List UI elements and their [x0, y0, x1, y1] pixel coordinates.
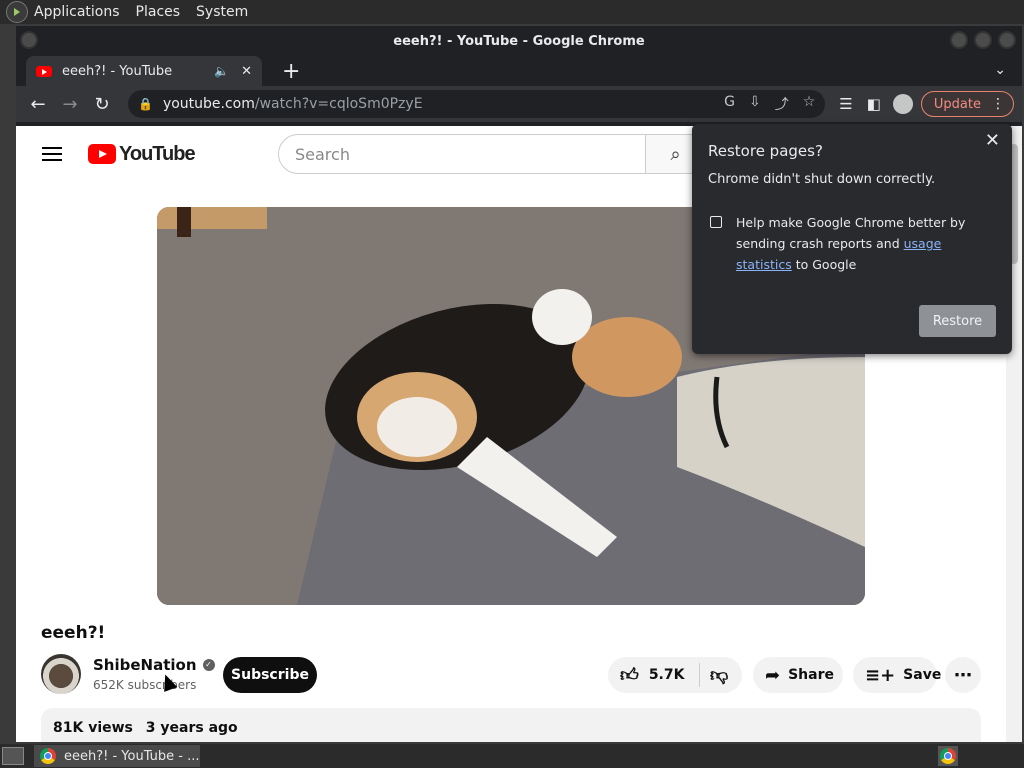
- share-label: Share: [788, 667, 834, 683]
- kebab-menu-icon[interactable]: ⋮: [991, 96, 1005, 112]
- thumbs-up-icon: 👍︎: [620, 665, 639, 686]
- taskbar-task-label: eeeh?! - YouTube - ...: [64, 748, 200, 764]
- save-label: Save: [903, 667, 942, 683]
- bookmark-star-icon[interactable]: ☆: [803, 94, 816, 114]
- browser-toolbar: ← → ↻ 🔒 youtube.com/watch?v=cqloSm0PzyE …: [16, 86, 1022, 122]
- update-button[interactable]: Update ⋮: [920, 91, 1014, 117]
- system-menu[interactable]: System: [196, 4, 248, 20]
- share-icon[interactable]: ⤴: [775, 94, 789, 114]
- chrome-tray-icon: [940, 748, 956, 764]
- search-icon: ⌕: [670, 143, 681, 165]
- more-actions-icon[interactable]: ⋯: [945, 657, 981, 693]
- close-window-button[interactable]: [998, 31, 1016, 49]
- tab-close-icon[interactable]: ✕: [241, 64, 252, 79]
- tray-chrome-icon[interactable]: [938, 746, 958, 766]
- back-arrow-icon[interactable]: ←: [24, 94, 52, 115]
- restore-pages-dialog: ✕ Restore pages? Chrome didn't shut down…: [692, 124, 1012, 354]
- places-menu[interactable]: Places: [136, 4, 181, 20]
- checkbox-label: Help make Google Chrome better by sendin…: [736, 212, 998, 275]
- checkbox-text-end: to Google: [791, 257, 857, 272]
- close-icon[interactable]: ✕: [985, 130, 1000, 151]
- tab-title: eeeh?! - YouTube: [62, 63, 173, 79]
- restore-button[interactable]: Restore: [919, 305, 996, 337]
- channel-name[interactable]: ShibeNation ✓: [93, 656, 215, 674]
- upload-age: 3 years ago: [145, 720, 238, 736]
- lock-icon[interactable]: 🔒: [138, 97, 153, 111]
- save-button[interactable]: ≡+ Save: [853, 657, 941, 693]
- dialog-title: Restore pages?: [708, 142, 823, 160]
- window-title: eeeh?! - YouTube - Google Chrome: [393, 33, 645, 49]
- youtube-logo[interactable]: YouTube: [88, 142, 196, 166]
- window-titlebar[interactable]: eeeh?! - YouTube - Google Chrome: [16, 26, 1022, 56]
- distro-logo-icon[interactable]: [6, 1, 28, 23]
- url-host: youtube.com: [162, 96, 255, 112]
- subscriber-count: 652K subscribers: [93, 678, 197, 692]
- subscribe-button[interactable]: Subscribe: [223, 657, 317, 693]
- new-tab-button[interactable]: +: [282, 59, 300, 84]
- url-path: /watch?v=cqloSm0PzyE: [254, 96, 423, 112]
- reload-icon[interactable]: ↻: [88, 94, 116, 115]
- install-app-icon[interactable]: ⇩: [749, 94, 761, 114]
- channel-name-text: ShibeNation: [93, 656, 197, 674]
- share-arrow-icon: ➦: [765, 664, 781, 686]
- maximize-button[interactable]: [974, 31, 992, 49]
- profile-avatar-icon[interactable]: [892, 94, 913, 114]
- search-placeholder: Search: [295, 144, 350, 164]
- dialog-message: Chrome didn't shut down correctly.: [708, 172, 936, 187]
- applications-menu[interactable]: Applications: [34, 4, 120, 20]
- address-bar[interactable]: 🔒 youtube.com/watch?v=cqloSm0PzyE G ⇩ ⤴ …: [128, 90, 826, 118]
- google-lens-icon[interactable]: G: [724, 94, 735, 114]
- youtube-play-icon: [88, 144, 116, 164]
- like-dislike-group: 👍︎ 5.7K 👎︎: [608, 657, 742, 693]
- speaker-icon[interactable]: 🔈: [214, 64, 229, 78]
- desktop-top-panel: Applications Places System: [0, 0, 1024, 24]
- forward-arrow-icon[interactable]: →: [56, 94, 84, 115]
- verified-check-icon: ✓: [202, 659, 215, 671]
- hamburger-menu-icon[interactable]: [42, 143, 62, 165]
- playlist-add-icon: ≡+: [865, 664, 896, 686]
- reading-list-icon[interactable]: ☰: [839, 95, 852, 113]
- minimize-button[interactable]: [950, 31, 968, 49]
- chrome-window: eeeh?! - YouTube - Google Chrome eeeh?! …: [16, 26, 1022, 742]
- taskbar: eeeh?! - YouTube - ...: [0, 744, 1024, 768]
- youtube-favicon-icon: [36, 65, 52, 77]
- share-button[interactable]: ➦ Share: [753, 657, 843, 693]
- like-count: 5.7K: [648, 667, 685, 683]
- side-panel-icon[interactable]: ◧: [867, 95, 881, 113]
- channel-avatar[interactable]: [41, 654, 81, 694]
- tab-youtube[interactable]: eeeh?! - YouTube 🔈 ✕: [26, 56, 262, 86]
- thumbs-down-icon[interactable]: 👎︎: [700, 664, 728, 686]
- description-box[interactable]: 81K views 3 years ago: [41, 708, 981, 742]
- view-count: 81K views: [53, 720, 133, 736]
- chrome-icon: [40, 748, 56, 764]
- tab-search-chevron-icon[interactable]: ⌄: [994, 62, 1006, 78]
- crash-report-checkbox[interactable]: [710, 216, 722, 228]
- window-menu-button[interactable]: [20, 31, 38, 49]
- like-button[interactable]: 👍︎ 5.7K: [608, 663, 700, 687]
- update-label: Update: [933, 96, 981, 112]
- youtube-logo-text: YouTube: [119, 142, 196, 165]
- taskbar-chrome-window[interactable]: eeeh?! - YouTube - ...: [34, 745, 200, 767]
- search-input[interactable]: Search: [278, 134, 646, 174]
- tab-strip: eeeh?! - YouTube 🔈 ✕ + ⌄: [16, 56, 1022, 86]
- show-desktop-icon[interactable]: [2, 747, 24, 765]
- video-title: eeeh?!: [41, 623, 106, 643]
